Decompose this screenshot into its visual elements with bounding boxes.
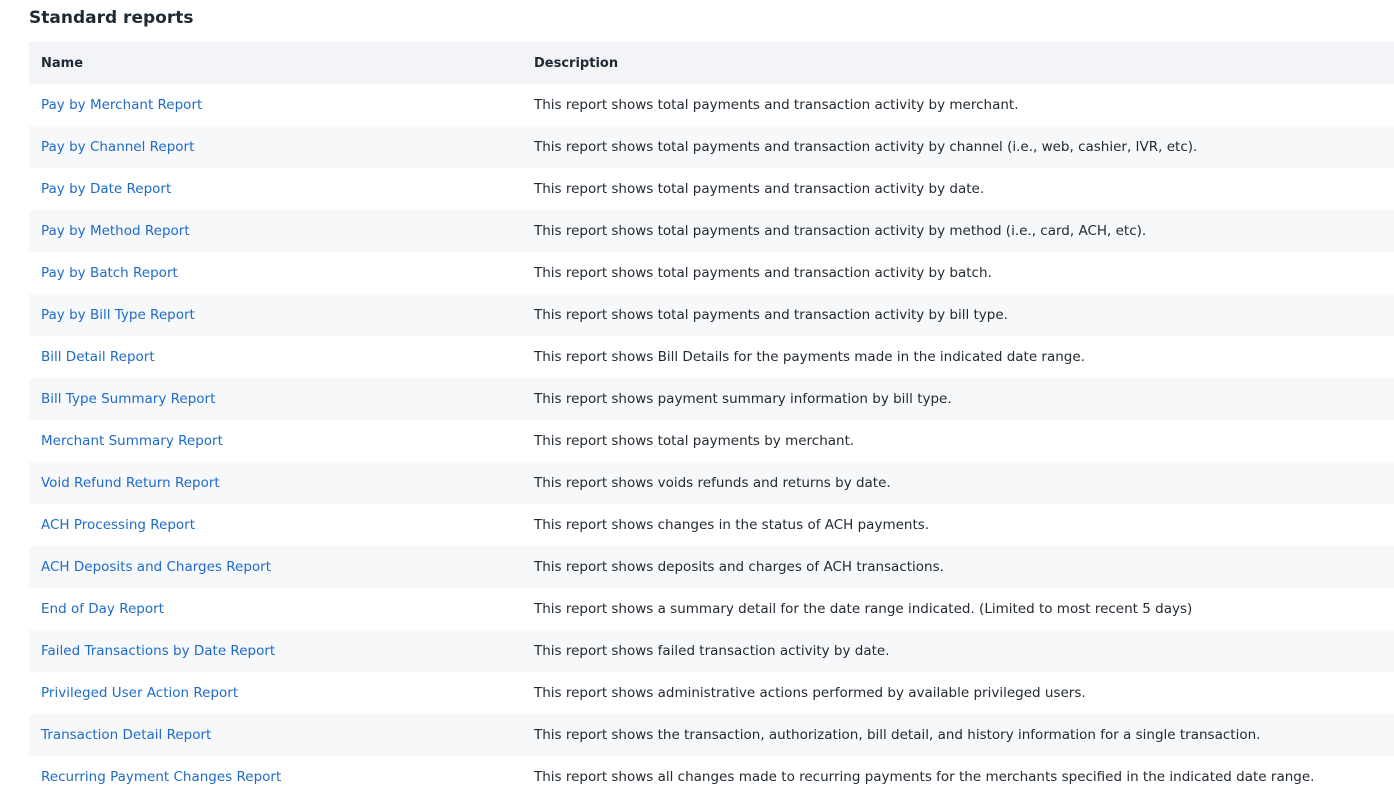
report-name-cell: Pay by Channel Report	[29, 126, 522, 168]
report-description: This report shows total payments and tra…	[522, 126, 1394, 168]
table-header: Name Description	[29, 42, 1394, 84]
column-header-description: Description	[522, 42, 1394, 84]
report-link[interactable]: Pay by Method Report	[41, 223, 190, 239]
page-title: Standard reports	[29, 8, 194, 28]
table-row: Pay by Channel Report This report shows t…	[29, 126, 1394, 168]
report-description: This report shows total payments and tra…	[522, 252, 1394, 294]
report-description: This report shows voids refunds and retu…	[522, 462, 1394, 504]
table-row: Privileged User Action Report This report…	[29, 672, 1394, 714]
report-description: This report shows total payments and tra…	[522, 210, 1394, 252]
report-name-cell: Pay by Batch Report	[29, 252, 522, 294]
report-description: This report shows total payments and tra…	[522, 84, 1394, 126]
report-description: This report shows a summary detail for t…	[522, 588, 1394, 630]
table-row: Failed Transactions by Date Report This r…	[29, 630, 1394, 672]
table-row: Void Refund Return Report This report sho…	[29, 462, 1394, 504]
table-row: ACH Processing Report This report shows c…	[29, 504, 1394, 546]
table-row: Pay by Bill Type Report This report shows…	[29, 294, 1394, 336]
report-name-cell: Pay by Method Report	[29, 210, 522, 252]
report-name-cell: Merchant Summary Report	[29, 420, 522, 462]
table-row: Bill Type Summary Report This report show…	[29, 378, 1394, 420]
table-row: Pay by Date Report This report shows tota…	[29, 168, 1394, 210]
table-row: Merchant Summary Report This report shows…	[29, 420, 1394, 462]
report-name-cell: Privileged User Action Report	[29, 672, 522, 714]
column-header-name: Name	[29, 42, 522, 84]
table-row: Pay by Method Report This report shows to…	[29, 210, 1394, 252]
report-description: This report shows failed transaction act…	[522, 630, 1394, 672]
table-row: Recurring Payment Changes Report This rep…	[29, 756, 1394, 798]
report-name-cell: Bill Type Summary Report	[29, 378, 522, 420]
report-name-cell: Pay by Date Report	[29, 168, 522, 210]
report-link[interactable]: Void Refund Return Report	[41, 475, 220, 491]
report-link[interactable]: Pay by Date Report	[41, 181, 171, 197]
report-link[interactable]: Transaction Detail Report	[41, 727, 211, 743]
report-name-cell: ACH Deposits and Charges Report	[29, 546, 522, 588]
report-description: This report shows total payments and tra…	[522, 294, 1394, 336]
report-link[interactable]: Recurring Payment Changes Report	[41, 769, 281, 785]
report-name-cell: Failed Transactions by Date Report	[29, 630, 522, 672]
report-description: This report shows the transaction, autho…	[522, 714, 1394, 756]
report-description: This report shows deposits and charges o…	[522, 546, 1394, 588]
report-description: This report shows all changes made to re…	[522, 756, 1394, 798]
report-link[interactable]: Failed Transactions by Date Report	[41, 643, 275, 659]
report-description: This report shows payment summary inform…	[522, 378, 1394, 420]
report-name-cell: Bill Detail Report	[29, 336, 522, 378]
table-row: End of Day Report This report shows a sum…	[29, 588, 1394, 630]
table-row: ACH Deposits and Charges Report This repo…	[29, 546, 1394, 588]
table-row: Pay by Merchant Report This report shows …	[29, 84, 1394, 126]
header-row: Name Description	[29, 42, 1394, 84]
report-link[interactable]: Privileged User Action Report	[41, 685, 238, 701]
report-name-cell: End of Day Report	[29, 588, 522, 630]
report-link[interactable]: Pay by Batch Report	[41, 265, 178, 281]
report-link[interactable]: End of Day Report	[41, 601, 164, 617]
report-name-cell: Pay by Merchant Report	[29, 84, 522, 126]
report-name-cell: Pay by Bill Type Report	[29, 294, 522, 336]
report-description: This report shows changes in the status …	[522, 504, 1394, 546]
report-link[interactable]: Pay by Channel Report	[41, 139, 194, 155]
report-description: This report shows administrative actions…	[522, 672, 1394, 714]
report-link[interactable]: Bill Detail Report	[41, 349, 155, 365]
report-link[interactable]: ACH Deposits and Charges Report	[41, 559, 271, 575]
table-row: Bill Detail Report This report shows Bill…	[29, 336, 1394, 378]
report-name-cell: ACH Processing Report	[29, 504, 522, 546]
report-link[interactable]: ACH Processing Report	[41, 517, 195, 533]
table-row: Pay by Batch Report This report shows tot…	[29, 252, 1394, 294]
reports-table: Name Description Pay by Merchant Report T…	[29, 42, 1394, 798]
report-name-cell: Transaction Detail Report	[29, 714, 522, 756]
report-link[interactable]: Bill Type Summary Report	[41, 391, 215, 407]
report-link[interactable]: Pay by Bill Type Report	[41, 307, 195, 323]
table-body: Pay by Merchant Report This report shows …	[29, 84, 1394, 798]
report-name-cell: Recurring Payment Changes Report	[29, 756, 522, 798]
table-row: Transaction Detail Report This report sho…	[29, 714, 1394, 756]
report-name-cell: Void Refund Return Report	[29, 462, 522, 504]
report-link[interactable]: Merchant Summary Report	[41, 433, 223, 449]
report-description: This report shows Bill Details for the p…	[522, 336, 1394, 378]
report-link[interactable]: Pay by Merchant Report	[41, 97, 202, 113]
report-description: This report shows total payments and tra…	[522, 168, 1394, 210]
report-description: This report shows total payments by merc…	[522, 420, 1394, 462]
